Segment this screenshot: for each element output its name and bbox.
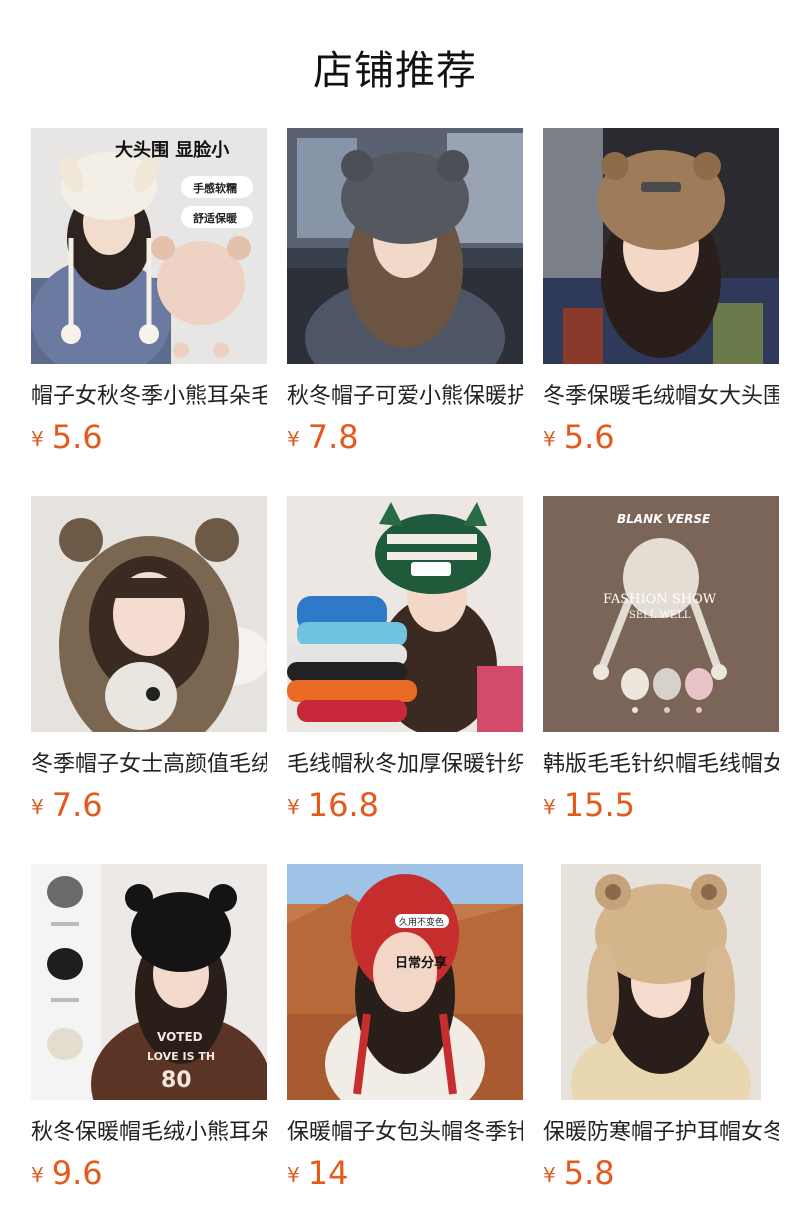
price-amount: 5.6 bbox=[563, 418, 615, 456]
product-price: ¥7.8 bbox=[287, 418, 359, 456]
product-price: ¥5.6 bbox=[543, 418, 615, 456]
product-image[interactable] bbox=[543, 864, 779, 1100]
image-badge: 久用不变色 bbox=[399, 918, 445, 928]
product-name[interactable]: 保暖帽子女包头帽冬季针织 bbox=[287, 1114, 523, 1146]
price-amount: 7.6 bbox=[51, 786, 103, 824]
product-price: ¥7.6 bbox=[31, 786, 103, 824]
product-image[interactable] bbox=[31, 496, 267, 732]
product-name[interactable]: 韩版毛毛针织帽毛线帽女冬季 bbox=[543, 746, 779, 778]
image-subline: SELL WELL bbox=[629, 610, 691, 621]
product-name[interactable]: 帽子女秋冬季小熊耳朵毛绒保暖护耳帽 bbox=[31, 378, 267, 410]
currency-symbol: ¥ bbox=[543, 1163, 556, 1187]
product-name[interactable]: 冬季保暖毛绒帽女大头围显脸小 bbox=[543, 378, 779, 410]
currency-symbol: ¥ bbox=[543, 795, 556, 819]
product-name[interactable]: 保暖防寒帽子护耳帽女冬季 bbox=[543, 1114, 779, 1146]
currency-symbol: ¥ bbox=[287, 427, 300, 451]
product-name[interactable]: 秋冬帽子可爱小熊保暖护耳毛线帽 bbox=[287, 378, 523, 410]
product-price: ¥15.5 bbox=[543, 786, 635, 824]
product-price: ¥14 bbox=[287, 1154, 348, 1192]
product-price: ¥16.8 bbox=[287, 786, 379, 824]
product-price: ¥9.6 bbox=[31, 1154, 103, 1192]
shirt-text: VOTED bbox=[157, 1030, 203, 1044]
product-image[interactable] bbox=[287, 128, 523, 364]
product-name[interactable]: 秋冬保暖帽毛绒小熊耳朵护耳帽 bbox=[31, 1114, 267, 1146]
product-image[interactable] bbox=[287, 496, 523, 732]
price-amount: 5.6 bbox=[51, 418, 103, 456]
price-amount: 15.5 bbox=[563, 786, 635, 824]
price-amount: 14 bbox=[307, 1154, 349, 1192]
currency-symbol: ¥ bbox=[31, 427, 44, 451]
image-tag: 手感软糯 bbox=[193, 182, 237, 195]
product-price: ¥5.6 bbox=[31, 418, 103, 456]
price-amount: 7.8 bbox=[307, 418, 359, 456]
price-amount: 16.8 bbox=[307, 786, 379, 824]
currency-symbol: ¥ bbox=[31, 1163, 44, 1187]
product-image[interactable]: 久用不变色 日常分享 bbox=[287, 864, 523, 1100]
product-image[interactable]: VOTED LOVE IS TH 80 bbox=[31, 864, 267, 1100]
currency-symbol: ¥ bbox=[287, 1163, 300, 1187]
price-amount: 5.8 bbox=[563, 1154, 615, 1192]
price-amount: 9.6 bbox=[51, 1154, 103, 1192]
image-headline: FASHION SHOW bbox=[603, 592, 717, 607]
currency-symbol: ¥ bbox=[543, 427, 556, 451]
brand-logo: BLANK VERSE bbox=[617, 512, 711, 526]
currency-symbol: ¥ bbox=[31, 795, 44, 819]
image-tag: 舒适保暖 bbox=[193, 212, 237, 225]
product-name[interactable]: 冬季帽子女士高颜值毛绒小熊耳朵 bbox=[31, 746, 267, 778]
product-image[interactable]: 大头围 显脸小 手感软糯 舒适保暖 bbox=[31, 128, 267, 364]
currency-symbol: ¥ bbox=[287, 795, 300, 819]
image-headline: 大头围 显脸小 bbox=[115, 140, 230, 161]
page-title: 店铺推荐 bbox=[313, 48, 477, 94]
product-price: ¥5.8 bbox=[543, 1154, 615, 1192]
image-caption: 日常分享 bbox=[395, 956, 448, 971]
shirt-text: LOVE IS TH bbox=[147, 1050, 216, 1063]
product-name[interactable]: 毛线帽秋冬加厚保暖针织帽 bbox=[287, 746, 523, 778]
product-image[interactable]: BLANK VERSE FASHION SHOW SELL WELL bbox=[543, 496, 779, 732]
shirt-number: 80 bbox=[161, 1068, 192, 1093]
product-image[interactable] bbox=[543, 128, 779, 364]
